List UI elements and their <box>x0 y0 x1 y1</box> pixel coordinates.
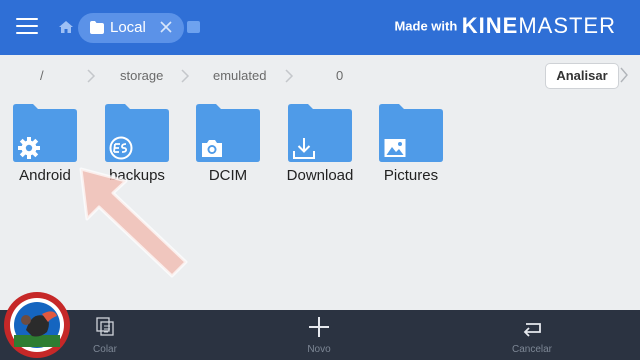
image-icon <box>384 139 406 157</box>
chevron-right-icon[interactable] <box>620 67 628 83</box>
home-icon[interactable] <box>58 19 74 35</box>
camera-icon <box>202 140 222 157</box>
new-label: Novo <box>307 344 331 355</box>
folder-backups[interactable] <box>105 104 169 162</box>
folder-dcim[interactable] <box>196 104 260 162</box>
top-bar: Local Made with KINEMASTER <box>0 0 640 55</box>
chevron-right-icon <box>181 69 190 83</box>
folder-label-pictures: Pictures <box>383 167 439 184</box>
folder-android[interactable] <box>13 104 77 162</box>
new-button[interactable]: Novo <box>269 310 369 360</box>
breadcrumb-root[interactable]: / <box>40 68 44 83</box>
folder-pictures[interactable] <box>379 104 443 162</box>
breadcrumb: / storage emulated 0 <box>0 60 640 92</box>
new-tab-icon[interactable] <box>187 21 200 33</box>
watermark-kine: KINE <box>461 13 519 38</box>
chevron-right-icon <box>87 69 96 83</box>
hamburger-menu-icon[interactable] <box>16 16 38 36</box>
breadcrumb-emulated[interactable]: emulated <box>213 68 266 83</box>
watermark-made-with: Made with <box>394 18 458 34</box>
tab-local[interactable]: Local <box>78 13 184 43</box>
cancel-label: Cancelar <box>511 344 553 355</box>
breadcrumb-storage[interactable]: storage <box>120 68 163 83</box>
breadcrumb-zero[interactable]: 0 <box>336 68 343 83</box>
folder-label-dcim: DCIM <box>208 167 248 184</box>
download-icon <box>293 138 315 159</box>
gear-icon <box>18 137 40 159</box>
chevron-right-icon <box>285 69 294 83</box>
analyze-button[interactable]: Analisar <box>545 63 619 89</box>
plus-icon <box>309 317 329 337</box>
folder-download[interactable] <box>288 104 352 162</box>
undo-arrow-icon <box>523 323 541 337</box>
kinemaster-watermark: Made with KINEMASTER <box>394 13 616 39</box>
folder-label-download: Download <box>286 167 354 184</box>
pointer-arrow-overlay <box>79 167 188 278</box>
bottom-action-bar: Colar Novo Cancelar <box>0 310 640 360</box>
close-tab-icon[interactable] <box>158 19 174 35</box>
watermark-master: MASTER <box>518 13 616 38</box>
tab-label: Local <box>110 19 146 36</box>
es-logo-icon <box>109 136 133 160</box>
paste-icon <box>96 317 114 336</box>
folder-tab-icon <box>90 21 104 34</box>
channel-logo <box>4 292 70 358</box>
cancel-button[interactable]: Cancelar <box>482 310 582 360</box>
